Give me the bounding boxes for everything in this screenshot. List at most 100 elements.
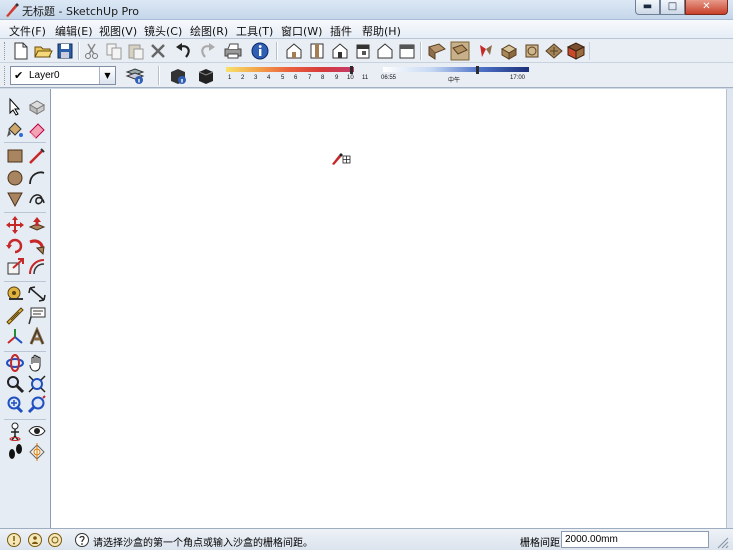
measurements-input[interactable]: 2000.00mm <box>561 531 709 548</box>
geo-location-icon[interactable] <box>6 532 22 548</box>
model-info-icon[interactable] <box>250 41 270 61</box>
hour-tick: 1 <box>228 75 232 81</box>
hour-tick: 5 <box>281 75 285 81</box>
line-icon[interactable] <box>27 146 47 166</box>
menu-view[interactable]: 视图(V) <box>99 23 137 39</box>
undo-icon[interactable] <box>174 41 194 61</box>
pan-icon[interactable] <box>27 353 47 373</box>
save-icon[interactable] <box>55 41 75 61</box>
look-around-icon[interactable] <box>27 421 47 441</box>
circle-icon[interactable] <box>5 168 25 188</box>
time-start-label: 06:55 <box>381 75 397 81</box>
eraser-icon[interactable] <box>27 120 47 140</box>
date-slider-thumb[interactable] <box>476 66 479 74</box>
new-file-icon[interactable] <box>11 41 31 61</box>
drawing-canvas[interactable] <box>51 89 726 528</box>
time-slider-thumb[interactable] <box>350 66 353 74</box>
front-view-icon[interactable] <box>330 41 350 61</box>
menu-plugins[interactable]: 插件 <box>330 23 352 39</box>
maximize-button[interactable]: □ <box>660 0 685 15</box>
move-icon[interactable] <box>5 215 25 235</box>
credits-icon[interactable] <box>27 532 43 548</box>
minimize-button[interactable]: ▬ <box>635 0 660 15</box>
zoom-extents-icon[interactable] <box>5 395 25 415</box>
layer-dropdown[interactable]: ✔ Layer0 ▼ <box>10 66 116 85</box>
close-button[interactable]: ✕ <box>685 0 728 15</box>
wireframe-icon[interactable] <box>450 41 470 61</box>
chevron-down-icon[interactable]: ▼ <box>99 67 115 84</box>
copy-icon[interactable] <box>104 41 124 61</box>
offset-icon[interactable] <box>27 257 47 277</box>
status-hint: 请选择沙盒的第一个角点或输入沙盒的栅格间距。 <box>93 538 313 549</box>
left-view-icon[interactable] <box>397 41 417 61</box>
scale-icon[interactable] <box>5 257 25 277</box>
hour-tick: 7 <box>308 75 312 81</box>
paint-bucket-icon[interactable] <box>5 120 25 140</box>
monochrome-icon[interactable] <box>544 41 564 61</box>
toolbar-separator <box>78 42 80 60</box>
polygon-icon[interactable] <box>5 189 25 209</box>
help-icon[interactable] <box>74 532 90 548</box>
menu-draw[interactable]: 绘图(R) <box>190 23 228 39</box>
follow-me-icon[interactable] <box>27 236 47 256</box>
dimension-icon[interactable] <box>27 284 47 304</box>
user-account-icon[interactable] <box>47 532 63 548</box>
hour-tick: 2 <box>241 75 245 81</box>
hidden-line-icon[interactable] <box>476 41 496 61</box>
menu-file[interactable]: 文件(F) <box>9 23 46 39</box>
display-shadows-icon[interactable] <box>196 66 216 86</box>
palette-separator <box>4 281 46 282</box>
position-camera-icon[interactable] <box>5 421 25 441</box>
freehand-icon[interactable] <box>27 189 47 209</box>
print-icon[interactable] <box>223 41 243 61</box>
xray-icon[interactable] <box>427 41 447 61</box>
menu-camera[interactable]: 镜头(C) <box>144 23 182 39</box>
text-icon[interactable] <box>27 306 47 326</box>
measurements-label: 栅格间距 <box>520 538 560 549</box>
window-title: 无标题 - SketchUp Pro <box>22 5 140 18</box>
section-plane-icon[interactable] <box>27 442 47 462</box>
toolbar-grip[interactable] <box>4 66 7 85</box>
iso-view-icon[interactable] <box>284 41 304 61</box>
zoom-window-icon[interactable] <box>27 374 47 394</box>
orbit-icon[interactable] <box>5 353 25 373</box>
color-by-layer-icon[interactable] <box>566 41 586 61</box>
3d-text-icon[interactable] <box>27 327 47 347</box>
time-of-day-slider[interactable] <box>383 67 529 72</box>
canvas-edge <box>726 89 733 528</box>
walk-icon[interactable] <box>5 442 25 462</box>
palette-separator <box>4 351 46 352</box>
menu-edit[interactable]: 编辑(E) <box>55 23 93 39</box>
redo-icon[interactable] <box>197 41 217 61</box>
top-view-icon[interactable] <box>307 41 327 61</box>
shaded-textures-icon[interactable] <box>522 41 542 61</box>
shaded-icon[interactable] <box>499 41 519 61</box>
rotate-icon[interactable] <box>5 236 25 256</box>
protractor-icon[interactable] <box>5 306 25 326</box>
arc-icon[interactable] <box>27 168 47 188</box>
menu-help[interactable]: 帮助(H) <box>362 23 401 39</box>
resize-grip-icon[interactable] <box>715 535 729 549</box>
toolbar-grip[interactable] <box>4 42 7 60</box>
rectangle-icon[interactable] <box>5 146 25 166</box>
zoom-icon[interactable] <box>5 374 25 394</box>
back-view-icon[interactable] <box>375 41 395 61</box>
make-component-icon[interactable] <box>27 97 47 117</box>
time-end-label: 17:00 <box>510 75 526 81</box>
paste-icon[interactable] <box>126 41 146 61</box>
select-icon[interactable] <box>5 97 25 117</box>
open-file-icon[interactable] <box>33 41 53 61</box>
tool-palette <box>0 89 51 528</box>
time-of-year-slider[interactable] <box>226 67 354 72</box>
previous-view-icon[interactable] <box>27 395 47 415</box>
push-pull-icon[interactable] <box>27 215 47 235</box>
erase-icon[interactable] <box>148 41 168 61</box>
layer-manager-icon[interactable] <box>125 66 145 86</box>
shadow-settings-icon[interactable] <box>168 66 188 86</box>
menu-window[interactable]: 窗口(W) <box>281 23 322 39</box>
cut-icon[interactable] <box>82 41 102 61</box>
tape-measure-icon[interactable] <box>5 284 25 304</box>
menu-tools[interactable]: 工具(T) <box>236 23 273 39</box>
axes-icon[interactable] <box>5 327 25 347</box>
right-view-icon[interactable] <box>353 41 373 61</box>
